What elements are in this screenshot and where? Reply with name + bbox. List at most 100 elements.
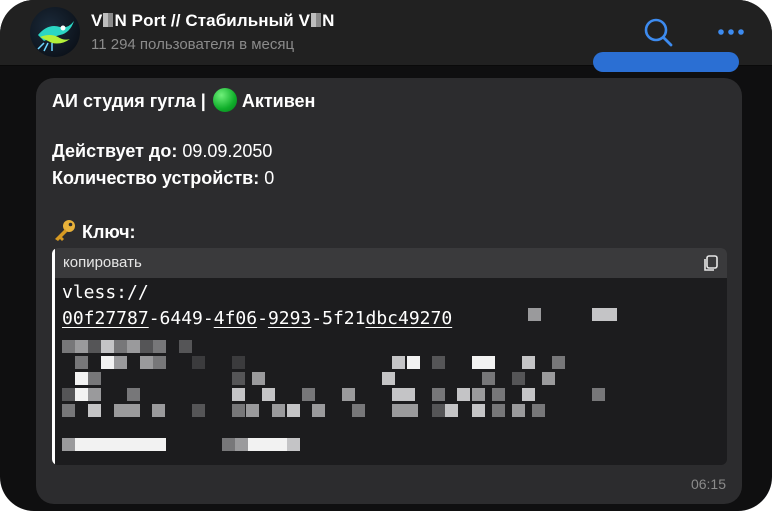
valid-until-row: Действует до: 09.09.2050 xyxy=(52,141,272,162)
pixel-block xyxy=(342,388,355,401)
pixel-block xyxy=(114,404,127,417)
pixel-block xyxy=(274,438,287,451)
pixel-block xyxy=(75,340,88,353)
pixel-block xyxy=(75,388,88,401)
pixel-block xyxy=(262,388,275,401)
pixel-block xyxy=(153,340,166,353)
chat-screen: V N Port // Стабильный V N 11 294 пользова… xyxy=(0,0,772,511)
pixel-block xyxy=(88,438,101,451)
pixel-block xyxy=(382,372,395,385)
key-heading: Ключ: xyxy=(52,218,136,243)
pixel-block xyxy=(114,438,127,451)
pixel-block xyxy=(522,388,535,401)
redacted-char xyxy=(311,13,322,27)
pixel-block xyxy=(302,388,315,401)
status-label: Активен xyxy=(241,91,316,111)
pixel-block xyxy=(179,340,192,353)
pixel-block xyxy=(472,404,485,417)
more-button[interactable] xyxy=(711,12,751,52)
pixel-block xyxy=(140,438,153,451)
pixel-block xyxy=(552,356,565,369)
uuid-segment: -5f21 xyxy=(311,308,366,329)
pixel-block xyxy=(75,372,88,385)
message-bubble[interactable]: АИ студия гугла | Активен Действует до: … xyxy=(36,78,742,504)
pixel-block xyxy=(592,388,605,401)
pixel-block xyxy=(62,340,75,353)
pixel-block xyxy=(405,404,418,417)
pixel-block xyxy=(604,308,617,321)
code-block[interactable]: копировать vless:// 00f27787-6449-4f06-9… xyxy=(52,248,727,465)
pixel-block xyxy=(492,388,505,401)
code-uuid: 00f27787-6449-4f06-9293-5f21dbc49270 xyxy=(62,308,452,329)
devices-row: Количество устройств: 0 xyxy=(52,168,274,189)
pixel-block xyxy=(127,404,140,417)
pixel-block xyxy=(153,356,166,369)
pixel-block xyxy=(101,340,114,353)
message-time: 06:15 xyxy=(690,476,726,492)
title-part: V xyxy=(91,11,103,30)
pixel-block xyxy=(140,340,153,353)
copy-label[interactable]: копировать xyxy=(63,254,142,271)
pixel-block xyxy=(532,404,545,417)
search-button[interactable] xyxy=(638,12,678,52)
uuid-segment: 4f06 xyxy=(213,308,258,329)
pixel-block xyxy=(392,356,405,369)
status-dot-icon xyxy=(212,88,237,112)
service-name: АИ студия гугла | xyxy=(52,91,206,111)
pixel-block xyxy=(152,404,165,417)
pixel-block xyxy=(432,404,445,417)
pixel-block xyxy=(246,404,259,417)
message-title: АИ студия гугла | Активен xyxy=(52,88,315,112)
pixel-block xyxy=(445,404,458,417)
pixel-block xyxy=(127,388,140,401)
pixel-block xyxy=(62,404,75,417)
channel-title[interactable]: V N Port // Стабильный V N xyxy=(91,11,335,31)
devices-label: Количество устройств: xyxy=(52,168,260,188)
pixel-block xyxy=(252,372,265,385)
pixel-block xyxy=(352,404,365,417)
pixel-block xyxy=(232,404,245,417)
code-accent-bar xyxy=(52,248,55,465)
pixel-block xyxy=(127,438,140,451)
pixel-block xyxy=(75,438,88,451)
uuid-segment: - xyxy=(257,308,268,329)
pixel-block xyxy=(402,388,415,401)
pixel-block xyxy=(472,388,485,401)
channel-avatar[interactable] xyxy=(30,7,80,57)
uuid-segment: dbc xyxy=(365,308,398,329)
pixel-block xyxy=(287,438,300,451)
pixel-block xyxy=(312,404,325,417)
more-icon xyxy=(718,29,744,35)
pixel-block xyxy=(222,438,235,451)
pixel-block xyxy=(512,372,525,385)
key-icon xyxy=(55,220,75,241)
pixel-block xyxy=(392,404,405,417)
pixel-block xyxy=(75,356,88,369)
pixel-block xyxy=(232,356,245,369)
title-part: N xyxy=(322,11,335,30)
pixel-block xyxy=(232,372,245,385)
pixel-block xyxy=(101,438,114,451)
pixel-block xyxy=(140,356,153,369)
pixel-block xyxy=(127,340,140,353)
pixel-block xyxy=(62,388,75,401)
code-header[interactable]: копировать xyxy=(55,248,727,278)
title-part: N Port // Стабильный V xyxy=(114,11,311,30)
uuid-segment: 00f27787 xyxy=(62,308,149,329)
valid-until-label: Действует до: xyxy=(52,141,178,161)
pixel-block xyxy=(88,404,101,417)
pixel-block xyxy=(512,404,525,417)
pixel-block xyxy=(192,356,205,369)
pixel-block xyxy=(272,404,285,417)
uuid-segment: 9293 xyxy=(267,308,312,329)
pixel-block xyxy=(101,356,114,369)
previous-message-bubble xyxy=(593,52,739,72)
pixel-block xyxy=(542,372,555,385)
pixel-block xyxy=(407,356,420,369)
pixel-block xyxy=(482,356,495,369)
copy-icon[interactable] xyxy=(701,253,721,273)
pixel-block xyxy=(88,388,101,401)
pixel-block xyxy=(492,404,505,417)
redacted-char xyxy=(103,13,114,27)
pixel-block xyxy=(235,438,248,451)
